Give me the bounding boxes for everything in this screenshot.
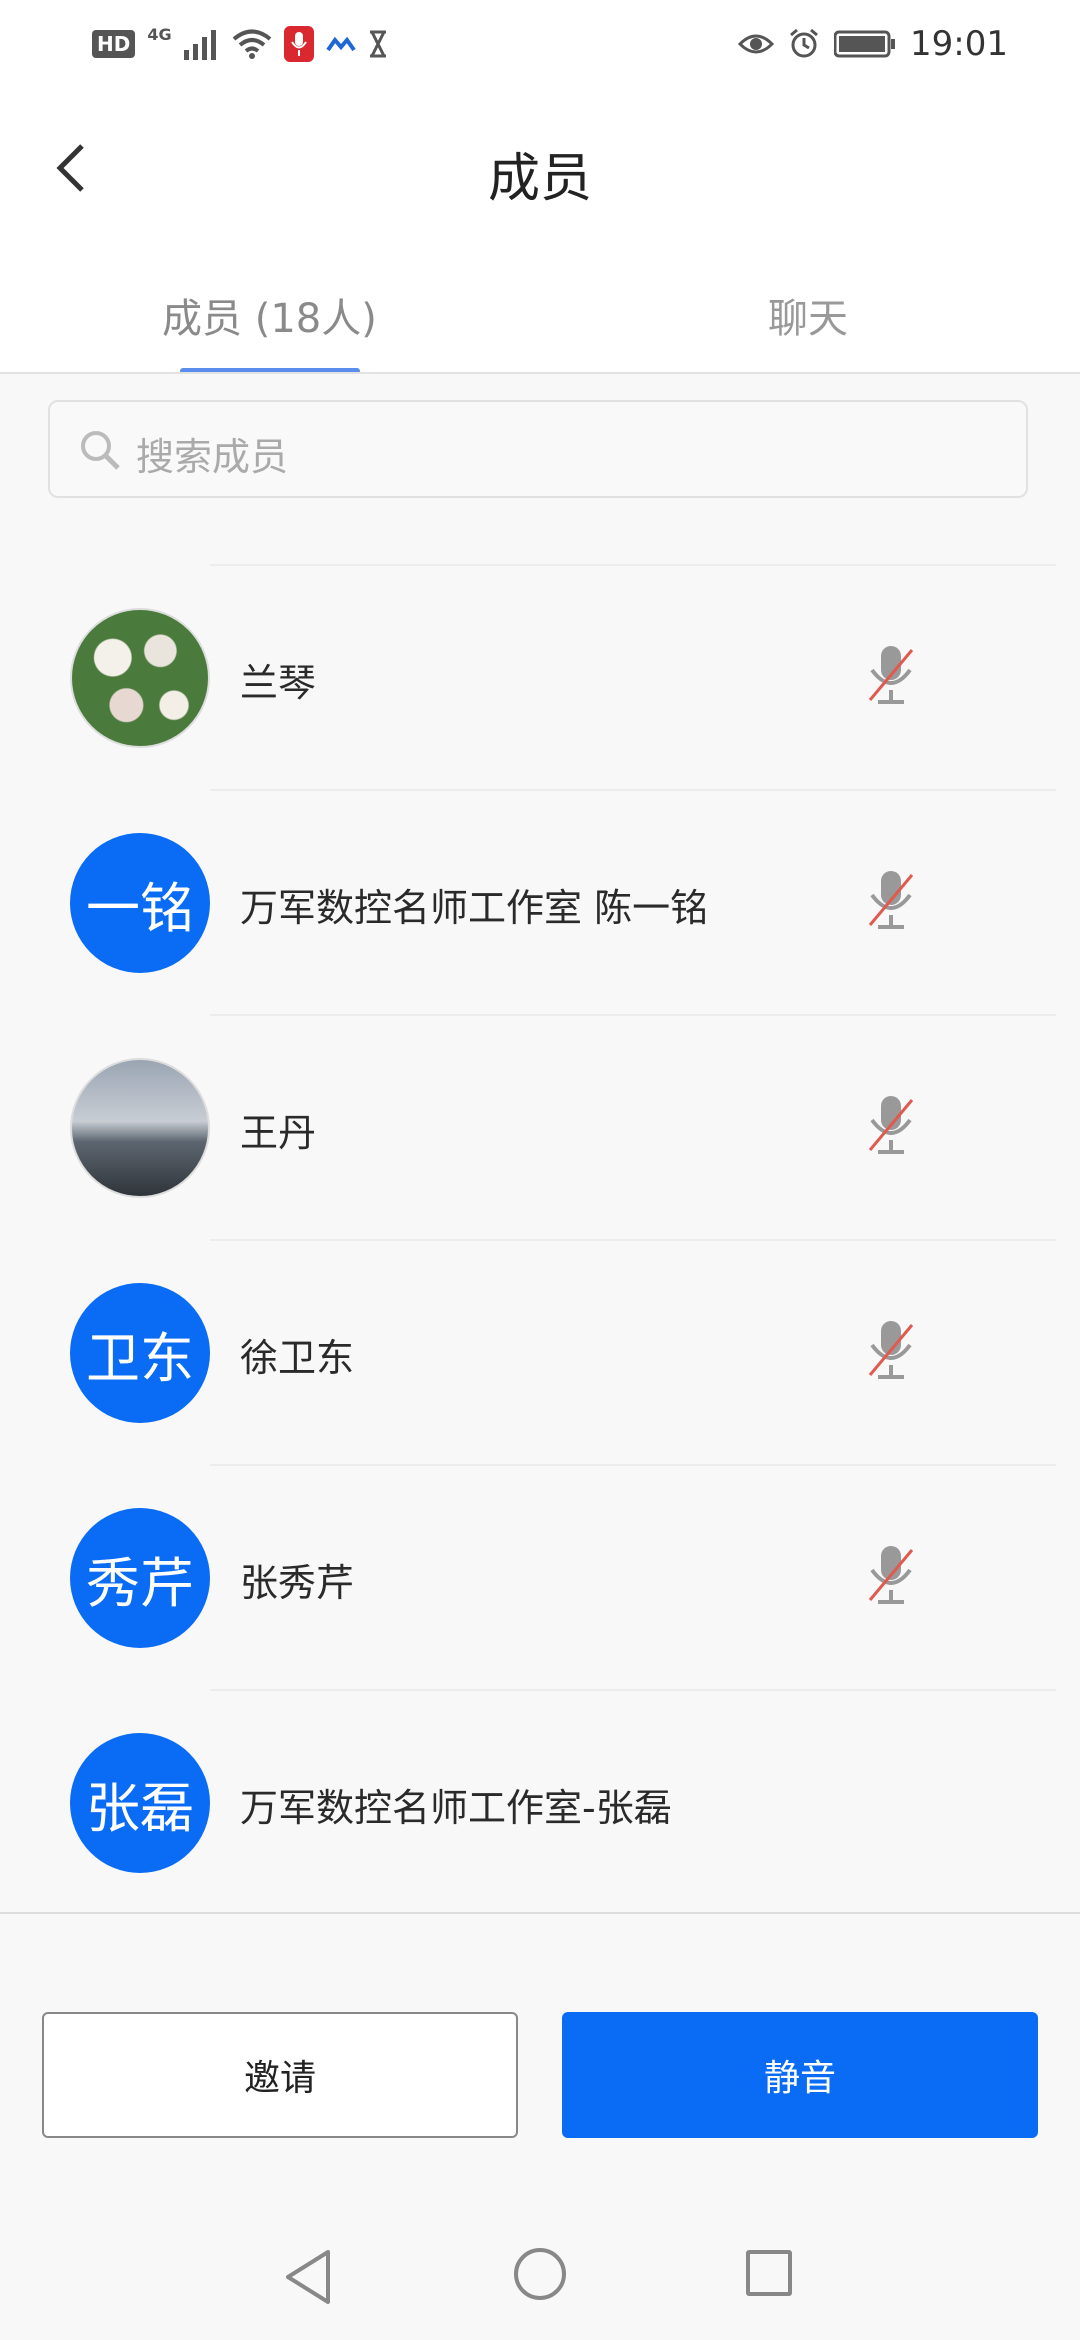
- page-title: 成员: [487, 149, 592, 209]
- header: 成员 成员 (18人) 聊天: [0, 86, 1080, 374]
- member-name: 万军数控名师工作室 陈一铭: [240, 886, 709, 930]
- member-name: 徐卫东: [240, 1336, 355, 1380]
- eye-comfort-icon: [738, 34, 775, 54]
- tab-chat[interactable]: 聊天: [768, 286, 848, 344]
- avatar: 一铭: [70, 833, 210, 973]
- mute-all-button[interactable]: 静音: [562, 2012, 1038, 2138]
- list-item[interactable]: 一铭 万军数控名师工作室 陈一铭: [0, 789, 1080, 1014]
- status-left: HD 4G: [92, 22, 388, 66]
- list-item[interactable]: 张磊 万军数控名师工作室-张磊: [0, 1689, 1080, 1914]
- recording-mic-icon: [283, 26, 314, 62]
- alarm-icon: [790, 28, 818, 58]
- list-item[interactable]: 兰琴: [0, 564, 1080, 789]
- clock-time: 19:01: [910, 24, 1008, 64]
- member-list: 兰琴 一铭 万军数控名师工作室 陈一铭 王丹 卫东 徐卫东 秀芹 张秀芹 张磊 …: [0, 564, 1080, 1914]
- wifi-icon: [232, 29, 271, 59]
- member-name: 万军数控名师工作室-张磊: [240, 1786, 672, 1830]
- nav-home-icon[interactable]: [514, 2248, 566, 2300]
- avatar: [70, 1058, 210, 1198]
- search-icon: [81, 431, 120, 470]
- header-divider: [0, 372, 1080, 374]
- app-notification-icon: [325, 36, 356, 52]
- bottom-divider: [0, 1912, 1080, 1914]
- avatar: 秀芹: [70, 1508, 210, 1648]
- system-navigation-bar: [0, 2220, 1080, 2340]
- status-bar: HD 4G 19:01: [0, 0, 1080, 86]
- invite-button[interactable]: 邀请: [42, 2012, 518, 2138]
- network-type-label: 4G: [147, 24, 172, 44]
- row-divider: [210, 1239, 1056, 1241]
- hourglass-icon: [369, 30, 386, 58]
- avatar: [70, 608, 210, 748]
- list-item[interactable]: 卫东 徐卫东: [0, 1239, 1080, 1464]
- row-divider: [210, 1689, 1056, 1691]
- tab-members[interactable]: 成员 (18人): [162, 286, 377, 344]
- mic-muted-icon[interactable]: [866, 869, 916, 933]
- nav-recent-apps-icon[interactable]: [746, 2250, 792, 2296]
- search-input[interactable]: 搜索成员: [48, 400, 1028, 498]
- signal-icon: [183, 30, 216, 60]
- status-right: 19:01: [738, 22, 1008, 66]
- avatar: 卫东: [70, 1283, 210, 1423]
- row-divider: [210, 564, 1056, 566]
- avatar: 张磊: [70, 1733, 210, 1873]
- mic-muted-icon[interactable]: [866, 1544, 916, 1608]
- search-placeholder: 搜索成员: [136, 435, 289, 479]
- list-item[interactable]: 王丹: [0, 1014, 1080, 1239]
- row-divider: [210, 1464, 1056, 1466]
- member-name: 王丹: [240, 1111, 317, 1155]
- mic-muted-icon[interactable]: [866, 1319, 916, 1383]
- mic-muted-icon[interactable]: [866, 1094, 916, 1158]
- nav-back-icon[interactable]: [282, 2248, 334, 2306]
- row-divider: [210, 789, 1056, 791]
- row-divider: [210, 1014, 1056, 1016]
- hd-icon: HD: [92, 30, 136, 58]
- member-name: 张秀芹: [240, 1561, 355, 1605]
- list-item[interactable]: 秀芹 张秀芹: [0, 1464, 1080, 1689]
- battery-icon: [834, 30, 896, 58]
- mic-muted-icon[interactable]: [866, 644, 916, 708]
- member-name: 兰琴: [240, 661, 317, 705]
